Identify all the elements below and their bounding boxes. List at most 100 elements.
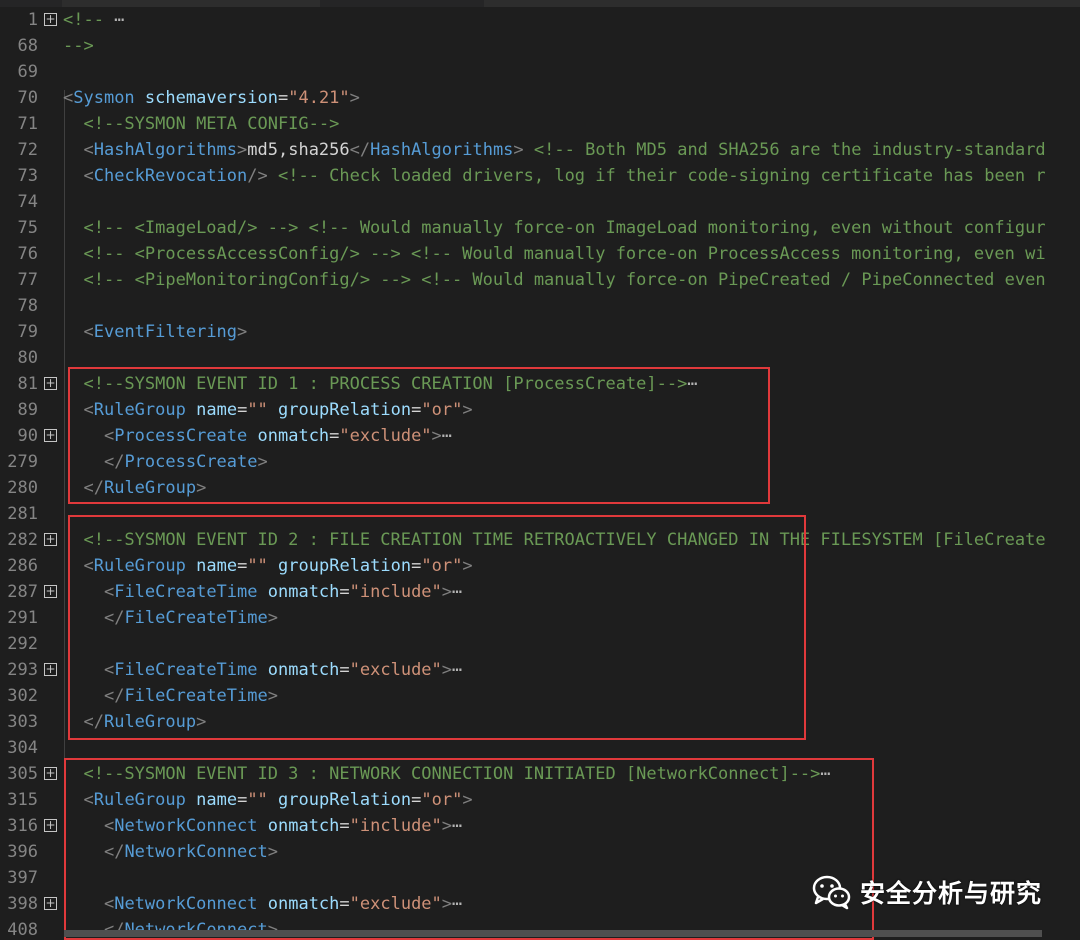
fold-expand-icon[interactable]: + xyxy=(44,767,57,780)
code-token: <!--SYSMON META CONFIG--> xyxy=(83,114,340,134)
line-number: 293 xyxy=(7,660,38,680)
fold-expand-icon[interactable]: + xyxy=(44,819,57,832)
code-token: md5,sha256 xyxy=(247,140,350,160)
line-number: 75 xyxy=(17,218,38,238)
line-number: 286 xyxy=(7,556,38,576)
code-token: = xyxy=(277,88,289,108)
line-number: 71 xyxy=(17,114,38,134)
line-number: 80 xyxy=(17,348,38,368)
tab-strip-segment xyxy=(484,0,1080,7)
line-number: 90 xyxy=(17,426,38,446)
line-number: 291 xyxy=(7,608,38,628)
code-token: > xyxy=(237,140,248,160)
tab-strip xyxy=(0,0,1080,7)
line-number: 316 xyxy=(7,816,38,836)
line-number: 1 xyxy=(27,10,38,30)
line-number: 69 xyxy=(17,62,38,82)
fold-expand-icon[interactable]: + xyxy=(44,897,57,910)
code-line[interactable]: 78 xyxy=(0,293,1080,319)
code-text[interactable]: <!-- ⋯ xyxy=(63,7,124,33)
line-number: 76 xyxy=(17,244,38,264)
fold-expand-icon[interactable]: + xyxy=(44,377,57,390)
code-line[interactable]: 68 --> xyxy=(0,33,1080,59)
fold-expand-icon[interactable]: + xyxy=(44,13,57,26)
line-number: 72 xyxy=(17,140,38,160)
line-number: 70 xyxy=(17,88,38,108)
code-line[interactable]: 75 <!-- <ImageLoad/> --> <!-- Would manu… xyxy=(0,215,1080,241)
code-line[interactable]: 74 xyxy=(0,189,1080,215)
code-token: schemaversion xyxy=(144,88,278,108)
watermark: 安全分析与研究 xyxy=(812,872,1042,912)
code-token: <!-- <ProcessAccessConfig/> --> <!-- Wou… xyxy=(83,244,1046,264)
code-line[interactable]: 73 <CheckRevocation/> <!-- Check loaded … xyxy=(0,163,1080,189)
code-token: </ xyxy=(349,140,371,160)
code-token: CheckRevocation xyxy=(93,166,248,186)
code-token: > xyxy=(237,322,248,342)
code-text[interactable]: <!-- <ImageLoad/> --> <!-- Would manuall… xyxy=(63,215,1045,241)
code-text[interactable]: <Sysmon schemaversion="4.21"> xyxy=(63,85,360,111)
line-number: 281 xyxy=(7,504,38,524)
line-number: 77 xyxy=(17,270,38,290)
code-line[interactable]: 77 <!-- <PipeMonitoringConfig/> --> <!--… xyxy=(0,267,1080,293)
code-editor[interactable]: 1 + <!-- ⋯ 68 --> 69 70 <Sysmon schemaversion="… xyxy=(0,0,1080,940)
code-token: EventFiltering xyxy=(93,322,238,342)
line-number: 398 xyxy=(7,894,38,914)
code-line[interactable]: 72 <HashAlgorithms>md5,sha256</HashAlgor… xyxy=(0,137,1080,163)
line-number: 302 xyxy=(7,686,38,706)
code-token: < xyxy=(63,88,74,108)
line-number: 304 xyxy=(7,738,38,758)
code-text[interactable]: <!-- <ProcessAccessConfig/> --> <!-- Wou… xyxy=(63,241,1046,267)
code-token: --> xyxy=(63,36,94,56)
horizontal-scrollbar[interactable] xyxy=(64,930,1042,937)
line-number: 73 xyxy=(17,166,38,186)
code-line[interactable]: 69 xyxy=(0,59,1080,85)
code-token: HashAlgorithms xyxy=(370,140,514,160)
code-token: <!-- Both MD5 and SHA256 are the industr… xyxy=(533,140,1046,160)
line-number: 305 xyxy=(7,764,38,784)
code-line[interactable]: 79 <EventFiltering> xyxy=(0,319,1080,345)
code-token: <!-- xyxy=(63,10,104,30)
line-number: 81 xyxy=(17,374,38,394)
fold-expand-icon[interactable]: + xyxy=(44,585,57,598)
line-number: 279 xyxy=(7,452,38,472)
fold-expand-icon[interactable]: + xyxy=(44,663,57,676)
code-token: > xyxy=(349,88,360,108)
code-token: < xyxy=(83,166,94,186)
code-line[interactable]: 71 <!--SYSMON META CONFIG--> xyxy=(0,111,1080,137)
code-token: > xyxy=(513,140,524,160)
code-token: Sysmon xyxy=(73,88,135,108)
line-number: 89 xyxy=(17,400,38,420)
code-text[interactable]: <CheckRevocation/> <!-- Check loaded dri… xyxy=(63,163,1045,189)
code-line[interactable]: 1 + <!-- ⋯ xyxy=(0,7,1080,33)
code-token: < xyxy=(83,140,94,160)
fold-expand-icon[interactable]: + xyxy=(44,533,57,546)
line-number: 396 xyxy=(7,842,38,862)
fold-expand-icon[interactable]: + xyxy=(44,429,57,442)
line-number: 280 xyxy=(7,478,38,498)
code-text[interactable]: <!-- <PipeMonitoringConfig/> --> <!-- Wo… xyxy=(63,267,1045,293)
tab-strip-segment xyxy=(62,0,320,7)
code-token: ⋯ xyxy=(103,10,125,30)
code-text[interactable]: --> xyxy=(63,33,94,59)
code-text[interactable]: <EventFiltering> xyxy=(63,319,247,345)
line-number: 292 xyxy=(7,634,38,654)
line-number: 68 xyxy=(17,36,38,56)
line-number: 74 xyxy=(17,192,38,212)
code-text[interactable]: <!--SYSMON META CONFIG--> xyxy=(63,111,339,137)
code-token: HashAlgorithms xyxy=(93,140,238,160)
line-number: 282 xyxy=(7,530,38,550)
line-number: 408 xyxy=(7,920,38,940)
wechat-icon xyxy=(812,875,851,910)
line-number: 287 xyxy=(7,582,38,602)
code-line[interactable]: 70 <Sysmon schemaversion="4.21"> xyxy=(0,85,1080,111)
code-line[interactable]: 76 <!-- <ProcessAccessConfig/> --> <!-- … xyxy=(0,241,1080,267)
highlight-box-event-3 xyxy=(64,758,874,940)
code-text[interactable]: <HashAlgorithms>md5,sha256</HashAlgorith… xyxy=(63,137,1046,163)
